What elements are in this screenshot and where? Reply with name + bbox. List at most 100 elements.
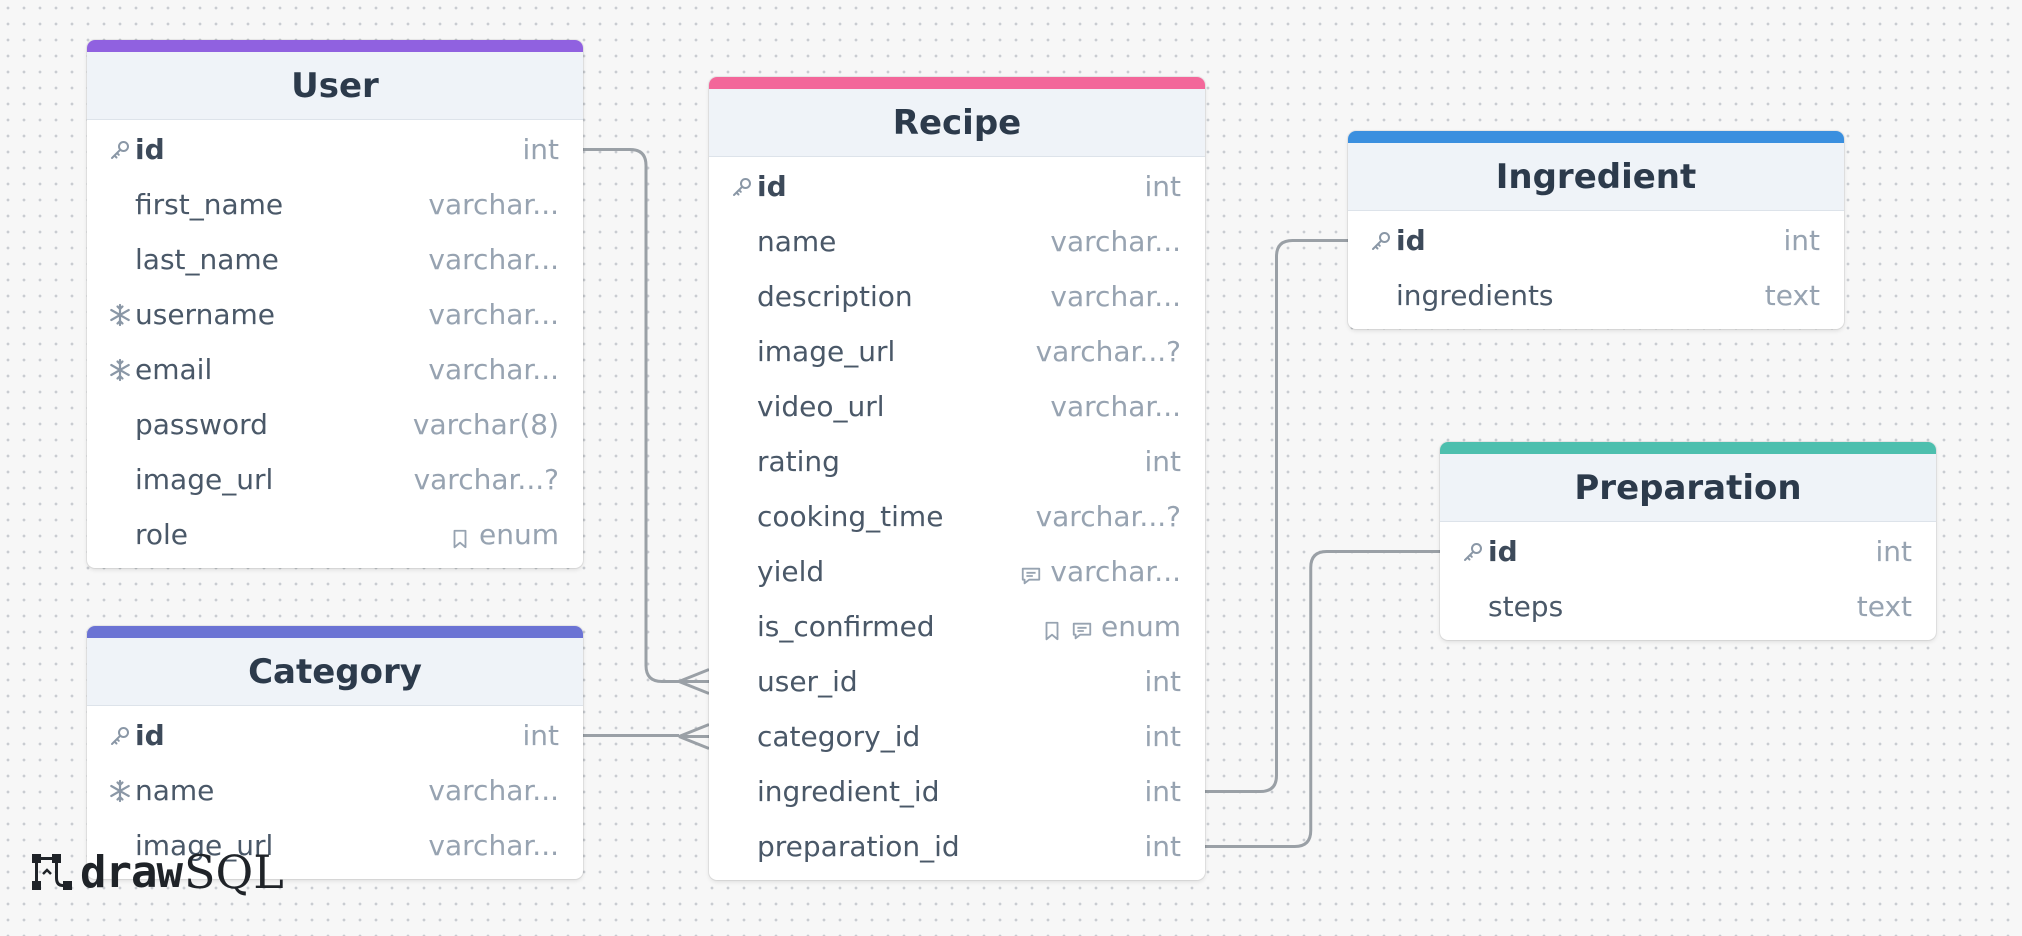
table-header[interactable]: Category <box>87 626 583 706</box>
field-name: yield <box>757 555 825 588</box>
field-name: preparation_id <box>757 830 960 863</box>
field-row-id[interactable]: id int <box>1440 524 1936 579</box>
field-type: int <box>1144 775 1181 808</box>
field-row-rating[interactable]: rating int <box>709 434 1205 489</box>
drawsql-logo[interactable]: draw SQL <box>30 845 284 899</box>
field-row-id[interactable]: id int <box>1348 213 1844 268</box>
field-name: name <box>757 225 837 258</box>
field-row-yield[interactable]: yield varchar... <box>709 544 1205 599</box>
field-row-role[interactable]: role enum <box>87 507 583 562</box>
field-row-name[interactable]: name varchar... <box>87 763 583 818</box>
table-preparation[interactable]: Preparation id int steps text <box>1440 442 1936 640</box>
relation-recipe-preparation-line[interactable] <box>1205 550 1440 848</box>
field-name: ingredients <box>1396 279 1554 312</box>
field-row-password[interactable]: password varchar(8) <box>87 397 583 452</box>
field-row-first-name[interactable]: first_name varchar... <box>87 177 583 232</box>
field-type-label: int <box>1783 224 1820 257</box>
field-type-label: varchar... <box>428 298 559 331</box>
field-type-label: int <box>1875 535 1912 568</box>
field-type-label: varchar... <box>1050 280 1181 313</box>
field-row-email[interactable]: email varchar... <box>87 342 583 397</box>
field-row-ingredients[interactable]: ingredients text <box>1348 268 1844 323</box>
field-type: enum <box>1041 610 1181 643</box>
field-type: varchar... <box>428 243 559 276</box>
field-type-label: varchar... <box>428 829 559 862</box>
field-icon-slot <box>105 520 135 550</box>
field-name: image_url <box>135 463 274 496</box>
table-header[interactable]: Ingredient <box>1348 131 1844 211</box>
field-row-cooking-time[interactable]: cooking_time varchar...? <box>709 489 1205 544</box>
field-type-label: int <box>1144 445 1181 478</box>
field-row-category-id[interactable]: category_id int <box>709 709 1205 764</box>
bookmark-icon <box>1041 616 1063 640</box>
diagram-canvas[interactable]: User id int first_name varchar... last_name v… <box>0 0 2022 936</box>
table-title: Recipe <box>892 102 1022 143</box>
table-header[interactable]: Recipe <box>709 77 1205 157</box>
field-name: last_name <box>135 243 279 276</box>
field-type-label: int <box>1144 170 1181 203</box>
table-category[interactable]: Category id int name varchar... image_url var… <box>87 626 583 879</box>
key-icon <box>1366 226 1396 256</box>
field-name: email <box>135 353 213 386</box>
field-name: cooking_time <box>757 500 944 533</box>
field-name: image_url <box>757 335 896 368</box>
field-name: id <box>1488 535 1518 568</box>
table-header[interactable]: User <box>87 40 583 120</box>
field-row-name[interactable]: name varchar... <box>709 214 1205 269</box>
field-name: username <box>135 298 275 331</box>
field-type-label: varchar...? <box>1035 335 1181 368</box>
field-row-video-url[interactable]: video_url varchar... <box>709 379 1205 434</box>
field-name: is_confirmed <box>757 610 935 643</box>
field-type-label: varchar(8) <box>412 408 559 441</box>
field-type: int <box>1144 830 1181 863</box>
key-icon <box>105 135 135 165</box>
field-type-label: int <box>1144 830 1181 863</box>
field-type: varchar... <box>428 353 559 386</box>
unique-icon <box>105 355 135 385</box>
field-type-label: varchar... <box>1050 225 1181 258</box>
relation-user-recipe-crowfoot[interactable] <box>678 668 710 695</box>
relation-category-recipe-crowfoot[interactable] <box>678 723 710 750</box>
table-user[interactable]: User id int first_name varchar... last_name v… <box>87 40 583 568</box>
table-ingredient[interactable]: Ingredient id int ingredients text <box>1348 131 1844 329</box>
field-type-label: varchar... <box>428 188 559 221</box>
field-row-steps[interactable]: steps text <box>1440 579 1936 634</box>
field-name: description <box>757 280 913 313</box>
table-recipe[interactable]: Recipe id int name varchar... description var… <box>709 77 1205 880</box>
table-header[interactable]: Preparation <box>1440 442 1936 522</box>
field-icon-slot <box>727 447 757 477</box>
field-type: varchar... <box>428 298 559 331</box>
field-row-ingredient-id[interactable]: ingredient_id int <box>709 764 1205 819</box>
field-row-user-id[interactable]: user_id int <box>709 654 1205 709</box>
field-row-preparation-id[interactable]: preparation_id int <box>709 819 1205 874</box>
field-type-label: int <box>1144 720 1181 753</box>
field-type: varchar... <box>1050 280 1181 313</box>
field-type-label: enum <box>1101 610 1181 643</box>
field-row-image-url[interactable]: image_url varchar...? <box>709 324 1205 379</box>
field-list: id int ingredients text <box>1348 211 1844 329</box>
field-row-id[interactable]: id int <box>709 159 1205 214</box>
field-row-id[interactable]: id int <box>87 708 583 763</box>
field-row-username[interactable]: username varchar... <box>87 287 583 342</box>
field-row-is-confirmed[interactable]: is_confirmed enum <box>709 599 1205 654</box>
relation-user-recipe-line[interactable] <box>583 148 679 683</box>
field-type: int <box>1144 720 1181 753</box>
field-type: text <box>1857 590 1912 623</box>
field-row-id[interactable]: id int <box>87 122 583 177</box>
field-type-label: enum <box>479 518 559 551</box>
field-row-last-name[interactable]: last_name varchar... <box>87 232 583 287</box>
field-list: id int first_name varchar... last_name varcha… <box>87 120 583 568</box>
field-icon-slot <box>105 465 135 495</box>
field-name: password <box>135 408 268 441</box>
field-row-image-url[interactable]: image_url varchar...? <box>87 452 583 507</box>
field-icon-slot <box>727 392 757 422</box>
field-icon-slot <box>727 722 757 752</box>
comment-icon <box>1071 616 1093 639</box>
field-type-label: varchar...? <box>413 463 559 496</box>
relation-recipe-ingredient-line[interactable] <box>1205 239 1348 793</box>
field-name: role <box>135 518 189 551</box>
field-row-description[interactable]: description varchar... <box>709 269 1205 324</box>
key-icon <box>105 721 135 751</box>
field-name: user_id <box>757 665 858 698</box>
field-type-label: varchar... <box>428 243 559 276</box>
